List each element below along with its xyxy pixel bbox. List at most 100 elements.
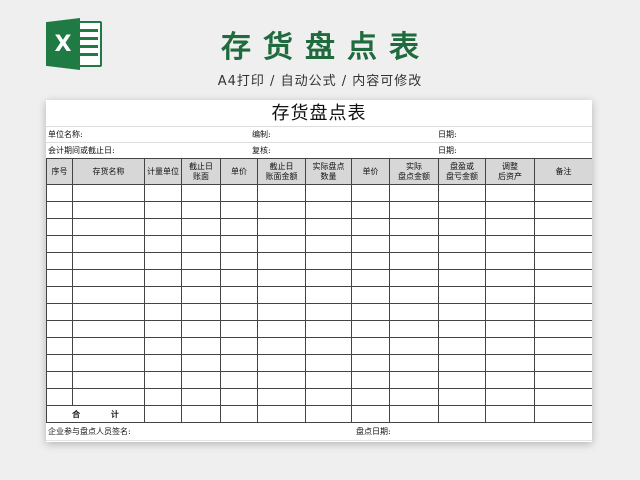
table-cell[interactable] — [181, 235, 221, 253]
table-cell[interactable] — [144, 218, 182, 236]
table-cell[interactable] — [389, 320, 439, 338]
total-cell[interactable] — [485, 405, 535, 423]
table-cell[interactable] — [389, 218, 439, 236]
table-cell[interactable] — [438, 184, 486, 202]
table-cell[interactable] — [46, 337, 73, 355]
table-cell[interactable] — [485, 303, 535, 321]
table-cell[interactable] — [144, 388, 182, 406]
table-cell[interactable] — [389, 354, 439, 372]
table-cell[interactable] — [305, 235, 352, 253]
table-cell[interactable] — [144, 201, 182, 219]
table-cell[interactable] — [534, 371, 592, 389]
table-cell[interactable] — [72, 371, 145, 389]
table-cell[interactable] — [144, 371, 182, 389]
table-cell[interactable] — [72, 388, 145, 406]
table-cell[interactable] — [389, 269, 439, 287]
table-cell[interactable] — [389, 371, 439, 389]
table-cell[interactable] — [534, 235, 592, 253]
table-cell[interactable] — [485, 320, 535, 338]
table-cell[interactable] — [46, 303, 73, 321]
table-cell[interactable] — [144, 252, 182, 270]
table-cell[interactable] — [220, 269, 258, 287]
table-cell[interactable] — [534, 269, 592, 287]
table-cell[interactable] — [485, 235, 535, 253]
total-cell[interactable] — [534, 405, 592, 423]
table-cell[interactable] — [438, 320, 486, 338]
table-cell[interactable] — [144, 286, 182, 304]
table-cell[interactable] — [46, 286, 73, 304]
table-cell[interactable] — [181, 354, 221, 372]
table-cell[interactable] — [220, 388, 258, 406]
table-cell[interactable] — [72, 252, 145, 270]
table-cell[interactable] — [534, 320, 592, 338]
table-cell[interactable] — [72, 337, 145, 355]
table-cell[interactable] — [351, 218, 390, 236]
table-cell[interactable] — [389, 201, 439, 219]
table-cell[interactable] — [220, 184, 258, 202]
table-cell[interactable] — [72, 320, 145, 338]
table-cell[interactable] — [351, 354, 390, 372]
total-cell[interactable] — [389, 405, 439, 423]
table-cell[interactable] — [351, 320, 390, 338]
table-cell[interactable] — [534, 337, 592, 355]
table-cell[interactable] — [257, 371, 306, 389]
table-cell[interactable] — [485, 286, 535, 304]
table-cell[interactable] — [181, 337, 221, 355]
table-cell[interactable] — [181, 388, 221, 406]
table-cell[interactable] — [438, 218, 486, 236]
table-cell[interactable] — [46, 320, 73, 338]
table-cell[interactable] — [485, 218, 535, 236]
table-cell[interactable] — [257, 388, 306, 406]
table-cell[interactable] — [305, 286, 352, 304]
table-cell[interactable] — [485, 388, 535, 406]
table-cell[interactable] — [144, 184, 182, 202]
table-cell[interactable] — [305, 201, 352, 219]
table-cell[interactable] — [220, 201, 258, 219]
table-cell[interactable] — [181, 269, 221, 287]
table-cell[interactable] — [485, 184, 535, 202]
table-cell[interactable] — [438, 269, 486, 287]
table-cell[interactable] — [220, 337, 258, 355]
table-cell[interactable] — [181, 286, 221, 304]
table-cell[interactable] — [305, 337, 352, 355]
table-cell[interactable] — [46, 371, 73, 389]
total-cell[interactable] — [438, 405, 486, 423]
table-cell[interactable] — [181, 252, 221, 270]
table-cell[interactable] — [351, 201, 390, 219]
table-cell[interactable] — [46, 201, 73, 219]
table-cell[interactable] — [389, 286, 439, 304]
table-cell[interactable] — [389, 235, 439, 253]
table-cell[interactable] — [257, 235, 306, 253]
table-cell[interactable] — [144, 303, 182, 321]
table-cell[interactable] — [181, 303, 221, 321]
table-cell[interactable] — [485, 354, 535, 372]
table-cell[interactable] — [220, 354, 258, 372]
table-cell[interactable] — [257, 303, 306, 321]
table-cell[interactable] — [351, 235, 390, 253]
table-cell[interactable] — [305, 252, 352, 270]
table-cell[interactable] — [181, 218, 221, 236]
table-cell[interactable] — [438, 252, 486, 270]
table-cell[interactable] — [72, 218, 145, 236]
table-cell[interactable] — [534, 303, 592, 321]
table-cell[interactable] — [72, 235, 145, 253]
table-cell[interactable] — [485, 269, 535, 287]
table-cell[interactable] — [438, 286, 486, 304]
table-cell[interactable] — [257, 286, 306, 304]
table-cell[interactable] — [72, 303, 145, 321]
table-cell[interactable] — [46, 235, 73, 253]
table-cell[interactable] — [144, 354, 182, 372]
table-cell[interactable] — [257, 354, 306, 372]
table-cell[interactable] — [181, 201, 221, 219]
table-cell[interactable] — [220, 286, 258, 304]
total-cell[interactable] — [305, 405, 352, 423]
table-cell[interactable] — [220, 252, 258, 270]
table-cell[interactable] — [305, 388, 352, 406]
table-cell[interactable] — [534, 388, 592, 406]
table-cell[interactable] — [485, 201, 535, 219]
table-cell[interactable] — [220, 303, 258, 321]
table-cell[interactable] — [257, 269, 306, 287]
table-cell[interactable] — [438, 388, 486, 406]
total-cell[interactable] — [257, 405, 306, 423]
total-cell[interactable] — [220, 405, 258, 423]
